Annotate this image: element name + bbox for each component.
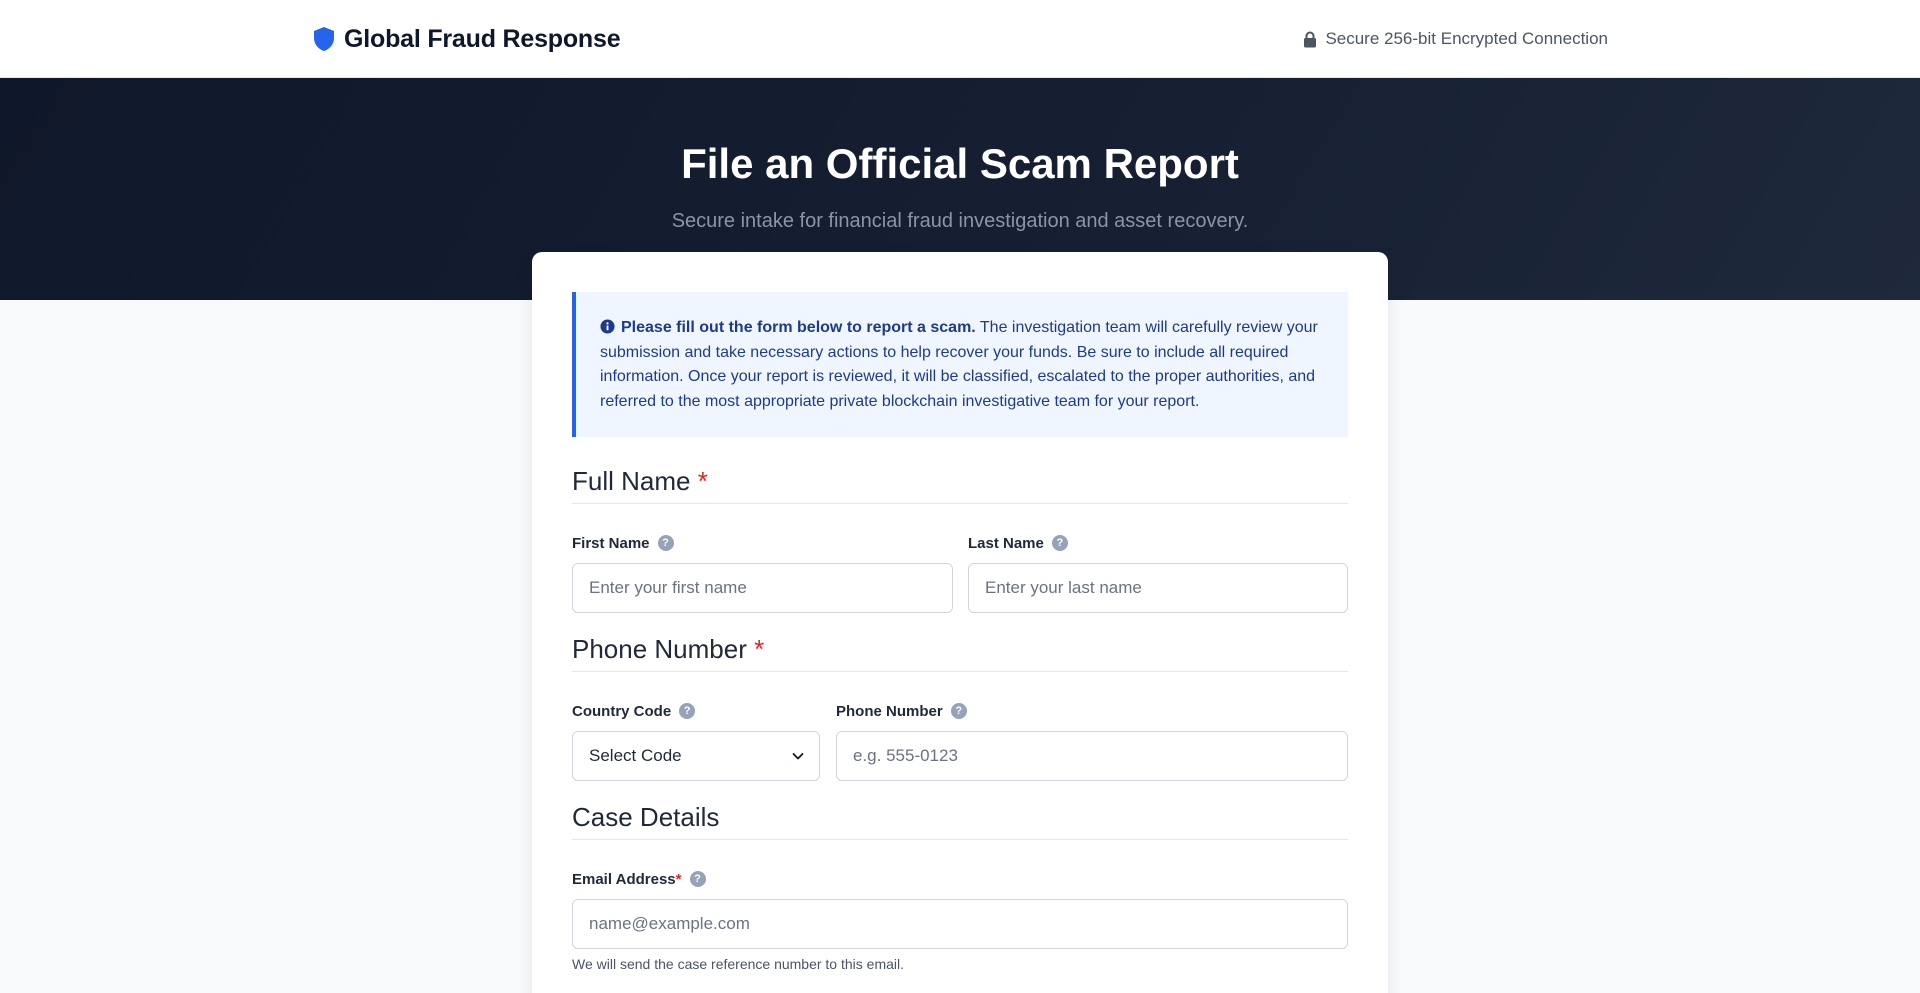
secure-connection-indicator: Secure 256-bit Encrypted Connection (1303, 28, 1608, 50)
brand-name: Global Fraud Response (344, 24, 621, 53)
first-name-label-text: First Name (572, 534, 650, 552)
required-mark: * (754, 634, 765, 664)
page-title: File an Official Scam Report (681, 140, 1239, 187)
country-code-label: Country Code ? (572, 701, 696, 721)
last-name-label: Last Name ? (968, 533, 1068, 553)
info-icon (600, 319, 615, 334)
section-case-title: Case Details (572, 802, 720, 832)
brand[interactable]: Global Fraud Response (312, 24, 621, 54)
info-notice: Please fill out the form below to report… (572, 292, 1348, 437)
question-icon[interactable]: ? (689, 871, 706, 887)
question-icon[interactable]: ? (657, 535, 674, 551)
last-name-label-text: Last Name (968, 534, 1044, 552)
first-name-input[interactable] (572, 563, 953, 613)
question-icon[interactable]: ? (950, 703, 967, 719)
required-mark: * (697, 466, 708, 496)
page-subtitle: Secure intake for financial fraud invest… (671, 210, 1249, 232)
section-case-details: Case Details (572, 802, 1348, 840)
first-name-label: First Name ? (572, 533, 674, 553)
email-hint: We will send the case reference number t… (572, 956, 905, 972)
section-phone-number: Phone Number * (572, 634, 1348, 672)
email-label-text: Email Address* (572, 871, 682, 888)
country-code-label-text: Country Code (572, 702, 672, 720)
secure-connection-text: Secure 256-bit Encrypted Connection (1325, 29, 1608, 48)
country-code-select[interactable]: Select Code (572, 731, 820, 781)
notice-lead: Please fill out the form below to report… (621, 319, 976, 336)
report-form-card: Please fill out the form below to report… (532, 252, 1388, 993)
lock-icon (1304, 31, 1317, 47)
email-input[interactable] (572, 899, 1348, 949)
country-code-selected: Select Code (589, 746, 682, 765)
phone-number-input[interactable] (836, 731, 1348, 781)
section-full-name-title: Full Name (572, 466, 691, 496)
required-mark: * (675, 870, 682, 888)
email-label: Email Address* ? (572, 869, 706, 889)
section-phone-title: Phone Number (572, 634, 747, 664)
last-name-input[interactable] (968, 563, 1348, 613)
phone-number-label: Phone Number ? (836, 701, 967, 721)
section-full-name: Full Name * (572, 466, 1348, 504)
email-label-word: Email Address (572, 870, 676, 888)
phone-number-label-text: Phone Number (836, 702, 943, 720)
question-icon[interactable]: ? (1051, 535, 1068, 551)
top-bar: Global Fraud Response Secure 256-bit Enc… (0, 0, 1920, 78)
chevron-down-icon (792, 753, 804, 760)
question-icon[interactable]: ? (679, 703, 696, 719)
shield-icon (314, 27, 334, 51)
